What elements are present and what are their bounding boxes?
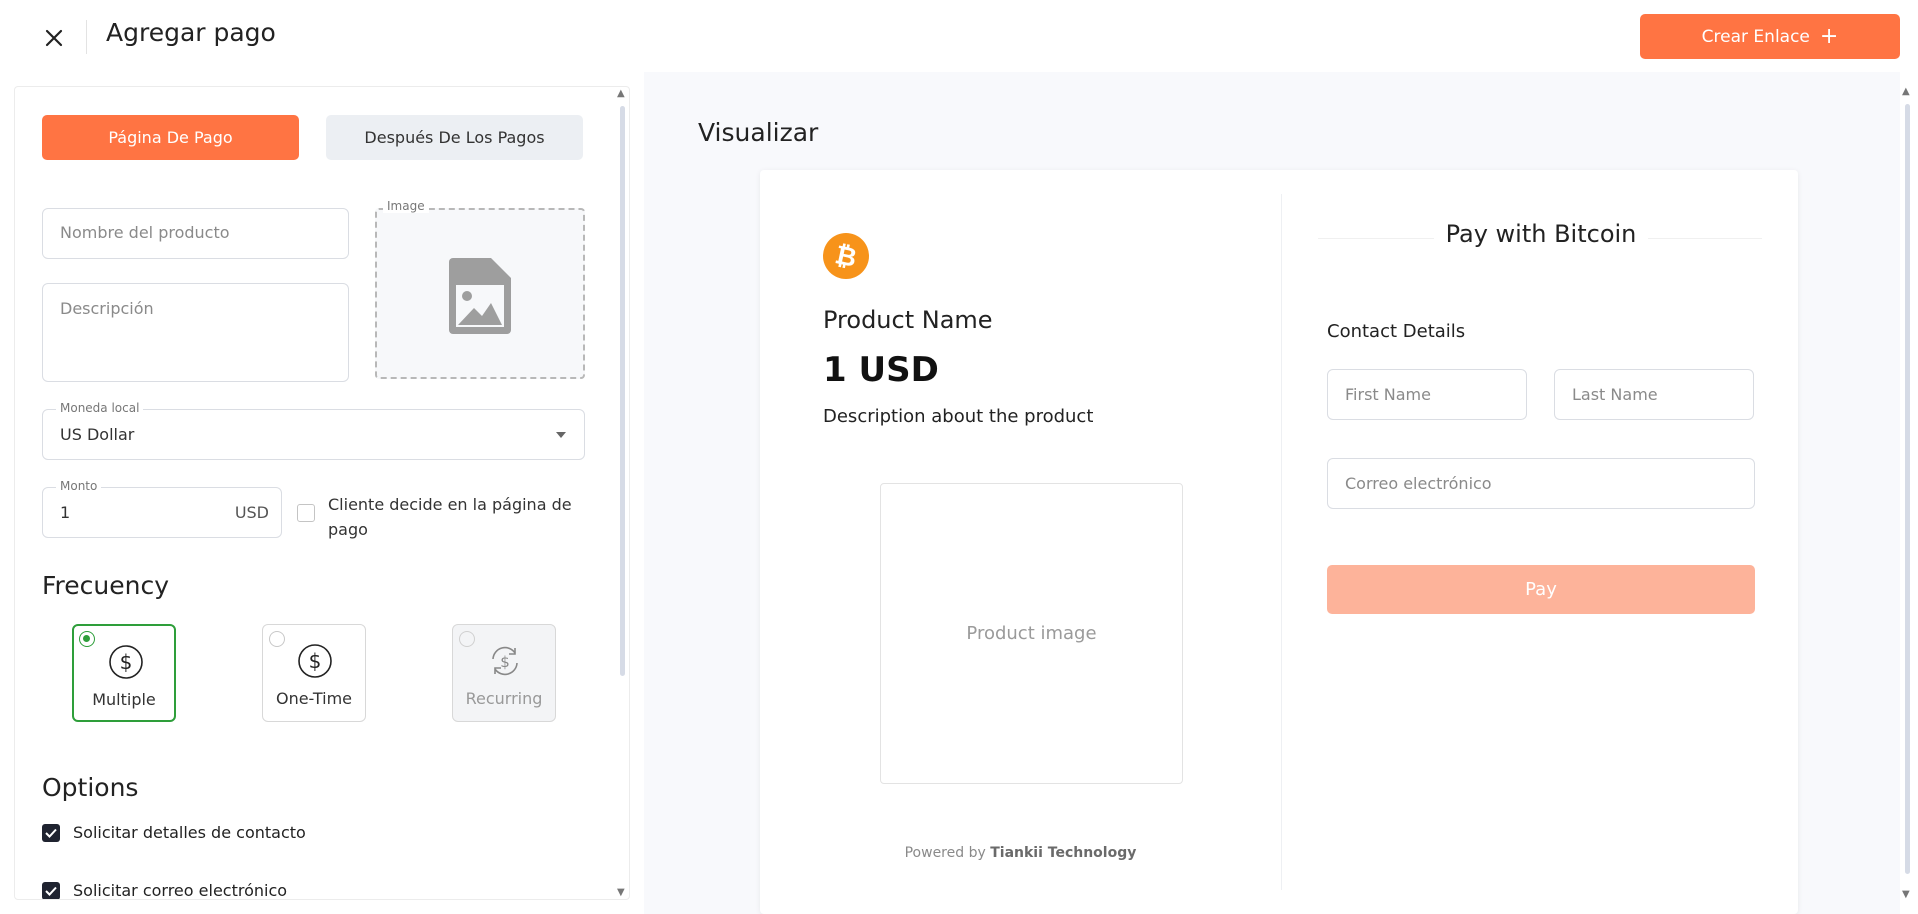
email-input[interactable]: Correo electrónico	[1327, 458, 1755, 509]
header-divider	[86, 20, 87, 54]
tab-payment-page[interactable]: Página De Pago	[42, 115, 299, 160]
recurring-dollar-icon: $	[492, 646, 518, 676]
amount-currency: USD	[234, 503, 269, 522]
plus-icon: +	[1819, 23, 1839, 49]
radio-unselected	[269, 631, 285, 647]
scroll-down-icon[interactable]: ▼	[617, 887, 625, 898]
preview-divider	[1281, 194, 1282, 890]
preview-description: Description about the product	[823, 406, 1094, 427]
image-upload[interactable]: Image	[375, 199, 585, 379]
last-name-placeholder: Last Name	[1572, 385, 1658, 404]
frequency-title: Frecuency	[42, 571, 170, 600]
dollar-circle-icon: $	[298, 644, 332, 678]
page-title: Agregar pago	[106, 18, 276, 47]
contact-details-label: Solicitar detalles de contacto	[73, 823, 306, 842]
options-title: Options	[42, 773, 139, 802]
preview-scrollbar[interactable]: ▲ ▼	[1900, 86, 1916, 900]
last-name-input[interactable]: Last Name	[1554, 369, 1754, 420]
dollar-circle-icon: $	[109, 645, 143, 679]
contact-details-heading: Contact Details	[1327, 321, 1466, 342]
customer-decides-checkbox[interactable]	[297, 504, 315, 522]
close-icon[interactable]	[40, 24, 68, 52]
preview-title: Visualizar	[698, 118, 819, 147]
frequency-option-multiple[interactable]: $ Multiple	[72, 624, 176, 722]
powered-by-brand: Tiankii Technology	[990, 845, 1137, 861]
tab-after-payment[interactable]: Después De Los Pagos	[326, 115, 583, 160]
scroll-up-icon[interactable]: ▲	[617, 88, 625, 99]
powered-by-prefix: Powered by	[904, 845, 986, 861]
preview-price: 1 USD	[823, 350, 939, 390]
frequency-option-recurring: $ Recurring	[452, 624, 556, 722]
pay-title: Pay with Bitcoin	[1326, 220, 1756, 248]
email-checkbox[interactable]	[42, 882, 60, 899]
currency-select[interactable]: Moneda local US Dollar	[42, 401, 585, 460]
bitcoin-logo-icon: ₿	[823, 233, 869, 279]
frequency-option-one-time[interactable]: $ One-Time	[262, 624, 366, 722]
contact-details-checkbox[interactable]	[42, 824, 60, 842]
powered-by: Powered by Tiankii Technology	[760, 845, 1281, 861]
currency-value: US Dollar	[60, 425, 135, 444]
product-name-placeholder: Nombre del producto	[60, 223, 230, 242]
first-name-placeholder: First Name	[1345, 385, 1431, 404]
amount-label: Monto	[56, 479, 102, 493]
scroll-down-icon[interactable]: ▼	[1902, 889, 1910, 900]
preview-product-name: Product Name	[823, 306, 993, 334]
pay-title-text: Pay with Bitcoin	[1433, 220, 1649, 248]
amount-value: 1	[60, 503, 71, 522]
currency-label: Moneda local	[56, 401, 144, 415]
customer-decides-label: Cliente decide en la página de pago	[328, 495, 572, 539]
preview-product-image: Product image	[880, 483, 1183, 784]
product-name-input[interactable]: Nombre del producto	[42, 208, 349, 259]
frequency-label-multiple: Multiple	[92, 690, 156, 709]
first-name-input[interactable]: First Name	[1327, 369, 1527, 420]
form-scrollbar[interactable]: ▲ ▼	[616, 86, 630, 900]
chevron-down-icon	[556, 432, 566, 438]
description-input[interactable]: Descripción	[42, 283, 349, 382]
svg-text:$: $	[120, 650, 133, 674]
create-link-label: Crear Enlace	[1701, 26, 1810, 47]
image-label: Image	[383, 199, 429, 213]
radio-disabled	[459, 631, 475, 647]
header: Agregar pago Crear Enlace +	[0, 0, 1918, 72]
form-panel: Página De Pago Después De Los Pagos Nomb…	[14, 86, 630, 900]
svg-text:$: $	[500, 653, 510, 671]
radio-selected	[79, 631, 95, 647]
email-label: Solicitar correo electrónico	[73, 881, 288, 900]
preview-scrollbar-thumb[interactable]	[1905, 104, 1910, 874]
description-placeholder: Descripción	[60, 299, 154, 318]
frequency-label-recurring: Recurring	[465, 689, 543, 708]
svg-text:$: $	[309, 649, 322, 673]
form-scrollbar-thumb[interactable]	[620, 106, 625, 676]
pay-button[interactable]: Pay	[1327, 565, 1755, 614]
email-placeholder: Correo electrónico	[1345, 474, 1492, 493]
create-link-button[interactable]: Crear Enlace +	[1640, 14, 1900, 59]
image-placeholder-icon	[449, 258, 511, 334]
scroll-up-icon[interactable]: ▲	[1902, 86, 1910, 97]
frequency-label-one-time: One-Time	[275, 689, 353, 708]
amount-input[interactable]: Monto 1 USD	[42, 479, 282, 538]
